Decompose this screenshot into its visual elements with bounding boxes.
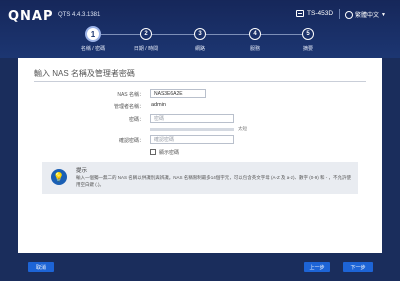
step-5-indicator: 5 bbox=[302, 28, 314, 40]
model-indicator: TS-453D bbox=[296, 10, 333, 17]
step-connector bbox=[101, 34, 140, 35]
cancel-button[interactable]: 取消 bbox=[28, 262, 54, 272]
next-button[interactable]: 下一步 bbox=[343, 262, 373, 272]
step-connector bbox=[152, 34, 194, 35]
show-password-label[interactable]: 顯示密碼 bbox=[159, 149, 179, 156]
firmware-version: QTS 4.4.3.1381 bbox=[58, 12, 101, 18]
show-password-checkbox[interactable] bbox=[150, 149, 156, 155]
admin-name-value: admin bbox=[151, 102, 166, 108]
title-divider bbox=[34, 81, 366, 82]
language-selector[interactable]: 繁體中文 ▼ bbox=[345, 10, 386, 19]
password-strength-label: 太短 bbox=[238, 126, 247, 131]
page-title: 輸入 NAS 名稱及管理者密碼 bbox=[34, 69, 135, 78]
back-button[interactable]: 上一步 bbox=[304, 262, 330, 272]
step-1-label: 名稱 / 密碼 bbox=[80, 46, 106, 52]
confirm-password-input[interactable] bbox=[150, 135, 234, 144]
hint-text: 輸入一個獨一無二的 NAS 名稱以供識別與辨識。NAS 名稱限制最多14個字元，… bbox=[76, 175, 352, 187]
hint-box: 💡 提示 輸入一個獨一無二的 NAS 名稱以供識別與辨識。NAS 名稱限制最多1… bbox=[42, 162, 358, 194]
step-connector bbox=[261, 34, 302, 35]
admin-name-label: 管理者名稱： bbox=[113, 104, 144, 110]
confirm-password-label: 確認密碼： bbox=[118, 138, 144, 144]
hint-title: 提示 bbox=[76, 168, 88, 174]
step-5-label: 摘要 bbox=[302, 46, 314, 52]
step-2-indicator: 2 bbox=[140, 28, 152, 40]
nas-name-label: NAS 名稱： bbox=[117, 92, 144, 98]
step-4-indicator: 4 bbox=[249, 28, 261, 40]
lightbulb-icon: 💡 bbox=[51, 169, 67, 185]
setup-panel: 輸入 NAS 名稱及管理者密碼 NAS 名稱： 管理者名稱： admin 密碼：… bbox=[18, 58, 382, 253]
nas-device-icon bbox=[296, 10, 304, 17]
language-label: 繁體中文 bbox=[355, 13, 380, 19]
globe-icon bbox=[345, 10, 353, 19]
chevron-down-icon: ▼ bbox=[381, 11, 386, 18]
step-3-label: 網路 bbox=[194, 46, 206, 52]
header-divider bbox=[339, 9, 340, 19]
step-2-label: 日期 / 時間 bbox=[133, 46, 159, 52]
step-4-label: 服務 bbox=[249, 46, 261, 52]
step-1-indicator: 1 bbox=[85, 26, 101, 42]
model-name: TS-453D bbox=[307, 10, 334, 17]
qnap-logo: QNAP bbox=[8, 9, 54, 24]
password-strength-bar bbox=[150, 128, 234, 131]
header-bar: QNAP QTS 4.4.3.1381 TS-453D 繁體中文 ▼ 1 2 3… bbox=[0, 0, 400, 58]
step-3-indicator: 3 bbox=[194, 28, 206, 40]
password-label: 密碼： bbox=[128, 117, 144, 123]
nas-name-input[interactable] bbox=[150, 89, 206, 98]
password-input[interactable] bbox=[150, 114, 234, 123]
step-connector bbox=[206, 34, 249, 35]
